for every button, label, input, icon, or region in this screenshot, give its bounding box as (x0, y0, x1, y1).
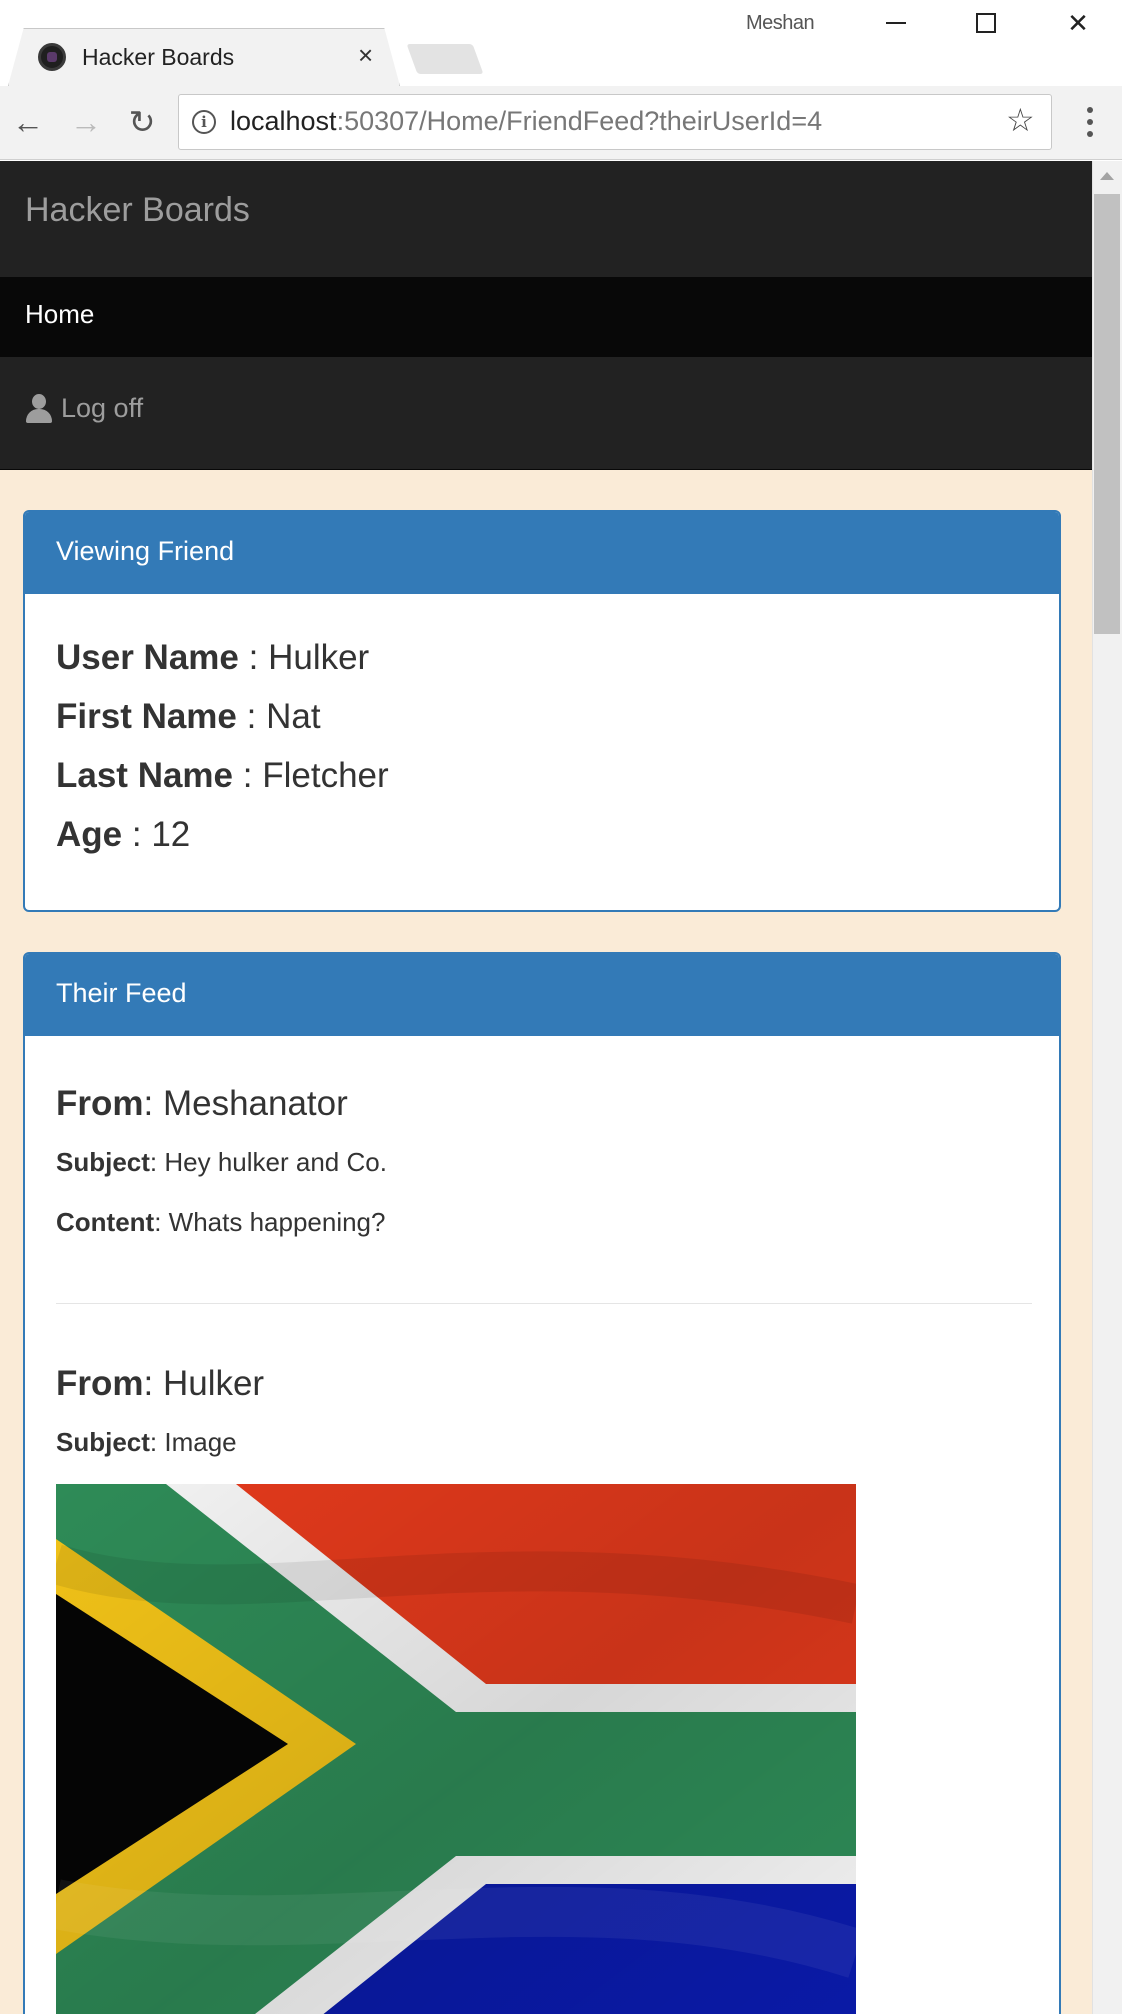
friend-panel: Viewing Friend User Name : Hulker First … (23, 510, 1061, 912)
post-content-value: Whats happening? (168, 1207, 386, 1237)
post-from-label: From (56, 1364, 144, 1403)
field-separator: : (122, 815, 152, 854)
post-subject-label: Subject (56, 1427, 150, 1457)
field-separator: : (233, 756, 263, 795)
scrollbar-thumb[interactable] (1094, 194, 1120, 634)
window-close-icon[interactable]: ✕ (1058, 8, 1098, 38)
feed-panel-heading: Their Feed (25, 954, 1059, 1036)
tab-close-icon[interactable]: × (358, 42, 373, 68)
logoff-link[interactable]: Log off (25, 393, 143, 424)
field-value: Nat (266, 697, 321, 736)
field-user-name: User Name : Hulker (56, 638, 369, 678)
post-content: Content: Whats happening? (56, 1207, 386, 1237)
friend-panel-heading: Viewing Friend (25, 512, 1059, 594)
page-viewport: Hacker Boards Home Log off Viewing Frien… (0, 161, 1092, 2014)
browser-menu-icon[interactable] (1080, 104, 1100, 140)
field-value: 12 (151, 815, 191, 854)
post-subject-label: Subject (56, 1147, 150, 1177)
profile-name[interactable]: Meshan (746, 12, 815, 35)
post-subject: Subject: Hey hulker and Co. (56, 1147, 387, 1177)
field-label: User Name (56, 638, 239, 677)
feed-panel: Their Feed From: Meshanator Subject: Hey… (23, 952, 1061, 2014)
url-path: :50307/Home/FriendFeed?theirUserId=4 (336, 106, 823, 136)
forward-arrow-icon[interactable]: → (66, 100, 106, 144)
url-text[interactable]: localhost:50307/Home/FriendFeed?theirUse… (230, 106, 822, 137)
site-info-icon[interactable]: i (192, 110, 216, 134)
field-last-name: Last Name : Fletcher (56, 756, 389, 796)
field-separator: : (238, 638, 269, 677)
post-divider (56, 1303, 1032, 1304)
field-label: Last Name (56, 756, 234, 795)
nav-item-home[interactable]: Home (0, 277, 1092, 357)
field-label: First Name (56, 697, 237, 736)
site-navbar: Hacker Boards Home Log off (0, 161, 1092, 470)
post-from-value: Hulker (162, 1364, 265, 1403)
post-from: From: Hulker (56, 1364, 265, 1403)
field-separator: : (236, 697, 267, 736)
user-icon (25, 393, 53, 424)
new-tab-button[interactable] (406, 44, 484, 74)
back-arrow-icon[interactable]: ← (8, 100, 48, 144)
url-host: localhost (230, 106, 337, 136)
navbar-brand[interactable]: Hacker Boards (25, 191, 250, 230)
field-first-name: First Name : Nat (56, 697, 321, 737)
minimize-icon[interactable] (876, 8, 916, 38)
nav-item-home-label: Home (25, 299, 95, 329)
tab-favicon-icon (38, 43, 66, 71)
scroll-up-arrow-icon[interactable] (1100, 172, 1114, 180)
post-subject: Subject: Image (56, 1427, 237, 1457)
bookmark-star-icon[interactable]: ☆ (1006, 104, 1035, 136)
field-age: Age : 12 (56, 815, 190, 855)
post-subject-value: Image (164, 1427, 237, 1457)
field-label: Age (56, 815, 123, 854)
post-from: From: Meshanator (56, 1084, 348, 1123)
post-content-label: Content (56, 1207, 155, 1237)
post-image-south-africa-flag (56, 1484, 856, 2014)
reload-icon[interactable]: ↻ (122, 100, 162, 144)
field-value: Hulker (268, 638, 370, 677)
post-subject-value: Hey hulker and Co. (164, 1147, 387, 1177)
tab-title[interactable]: Hacker Boards (82, 44, 234, 71)
maximize-icon[interactable] (966, 8, 1006, 38)
post-from-label: From (56, 1084, 144, 1123)
field-value: Fletcher (262, 756, 389, 795)
post-from-value: Meshanator (162, 1084, 348, 1123)
logoff-label: Log off (61, 393, 144, 423)
